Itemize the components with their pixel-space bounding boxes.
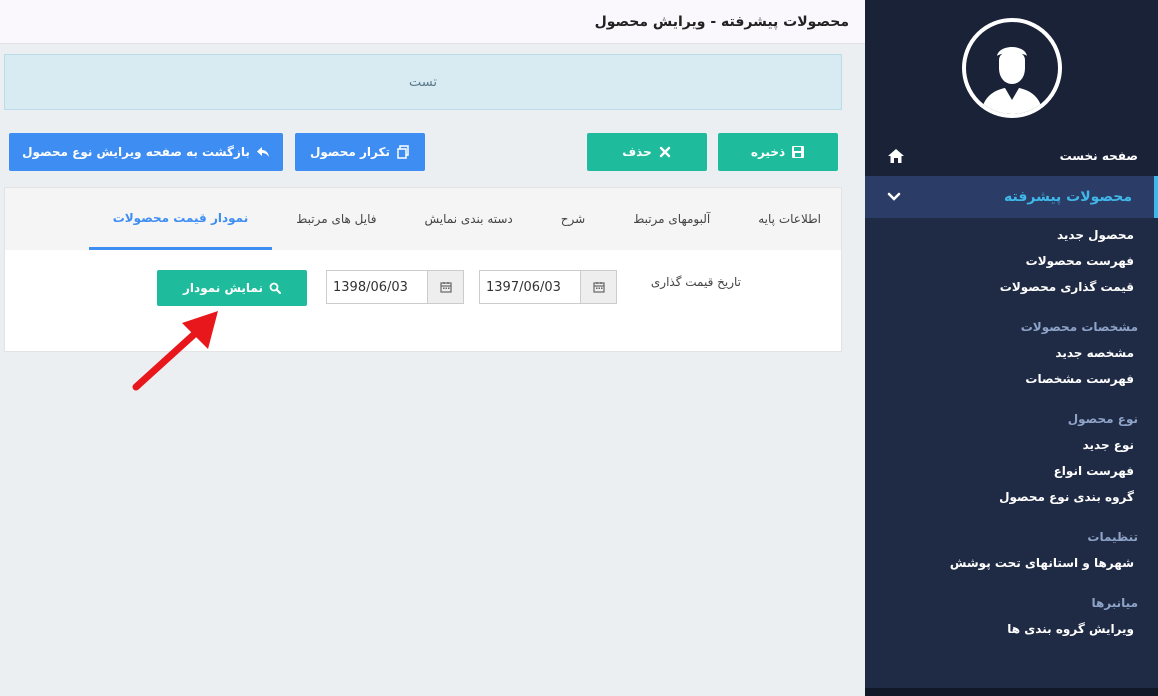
save-label: ذخیره [750, 145, 786, 159]
copy-icon [397, 145, 409, 159]
date-to-value: 1398/06/03 [333, 279, 408, 295]
date-from-input[interactable]: 1397/06/03 [479, 270, 617, 304]
section-settings: تنظیمات [1087, 530, 1138, 544]
date-from-value: 1397/06/03 [486, 279, 561, 295]
reply-icon [256, 147, 269, 157]
home-icon [888, 149, 904, 163]
sidebar-item-home[interactable]: صفحه نخست [865, 136, 1158, 176]
tab-description[interactable]: شرح [561, 188, 585, 250]
home-label: صفحه نخست [1059, 149, 1138, 163]
page-title: محصولات پیشرفته - ویرایش محصول [594, 13, 849, 30]
tab-basic-info[interactable]: اطلاعات پایه [758, 188, 821, 250]
search-icon [269, 282, 281, 294]
active-submenu: محصول جدید فهرست محصولات قیمت گذاری محصو… [865, 218, 1158, 300]
section-product-specs: مشخصات محصولات [1020, 320, 1138, 334]
calendar-icon[interactable] [427, 271, 463, 303]
pricing-date-label: تاریخ قیمت گذاری [650, 275, 741, 289]
section-product-type: نوع محصول [1067, 412, 1138, 426]
tab-related-albums[interactable]: آلبومهای مرتبط [633, 188, 710, 250]
sidebar-footer [865, 688, 1158, 696]
show-chart-button[interactable]: نمایش نمودار [157, 270, 307, 306]
tab-display-category[interactable]: دسته بندی نمایش [424, 188, 512, 250]
user-icon [980, 47, 1043, 114]
date-to-input[interactable]: 1398/06/03 [326, 270, 464, 304]
tab-bar: اطلاعات پایه آلبومهای مرتبط شرح دسته بند… [5, 188, 841, 250]
page-header: محصولات پیشرفته - ویرایش محصول [0, 0, 865, 44]
tab-price-chart[interactable]: نمودار قیمت محصولات [88, 188, 273, 250]
sidebar-item-edit-groupings[interactable]: ویرایش گروه بندی ها [865, 616, 1134, 642]
pointer-arrow-icon [132, 311, 218, 391]
sidebar-item-new-type[interactable]: نوع جدید [865, 432, 1134, 458]
delete-button[interactable]: حذف [587, 133, 707, 171]
sidebar-item-covered-cities[interactable]: شهرها و استانهای تحت پوشش [865, 550, 1134, 576]
sidebar-item-spec-list[interactable]: فهرست مشخصات [865, 366, 1134, 392]
sidebar-item-advanced-products[interactable]: محصولات پیشرفته [865, 176, 1158, 218]
sidebar-item-product-list[interactable]: فهرست محصولات [865, 248, 1134, 274]
sidebar-profile [865, 0, 1158, 136]
sidebar: صفحه نخست محصولات پیشرفته محصول جدید فهر… [865, 0, 1158, 696]
main-area: محصولات پیشرفته - ویرایش محصول تست ذخیره… [0, 0, 865, 696]
sidebar-item-type-list[interactable]: فهرست انواع [865, 458, 1134, 484]
sidebar-item-new-product[interactable]: محصول جدید [865, 222, 1134, 248]
save-icon [792, 146, 805, 158]
save-button[interactable]: ذخیره [718, 133, 838, 171]
chevron-down-icon [887, 192, 901, 201]
delete-label: حذف [622, 145, 652, 159]
sidebar-item-new-spec[interactable]: مشخصه جدید [865, 340, 1134, 366]
close-icon [659, 146, 670, 158]
sidebar-item-product-pricing[interactable]: قیمت گذاری محصولات [865, 274, 1134, 300]
avatar[interactable] [961, 18, 1062, 118]
alert-text: تست [409, 74, 437, 90]
back-label: بازگشت به صفحه ویرایش نوع محصول [22, 145, 250, 159]
show-chart-label: نمایش نمودار [183, 281, 263, 295]
back-button[interactable]: بازگشت به صفحه ویرایش نوع محصول [9, 133, 283, 171]
duplicate-label: تکرار محصول [310, 145, 390, 159]
sidebar-item-type-grouping[interactable]: گروه بندی نوع محصول [865, 484, 1134, 510]
section-shortcuts: میانبرها [1091, 596, 1138, 610]
calendar-icon[interactable] [580, 271, 616, 303]
tab-related-files[interactable]: فایل های مرتبط [296, 188, 376, 250]
duplicate-button[interactable]: تکرار محصول [295, 133, 425, 171]
active-menu-label: محصولات پیشرفته [1004, 189, 1132, 205]
info-alert: تست [4, 54, 842, 110]
